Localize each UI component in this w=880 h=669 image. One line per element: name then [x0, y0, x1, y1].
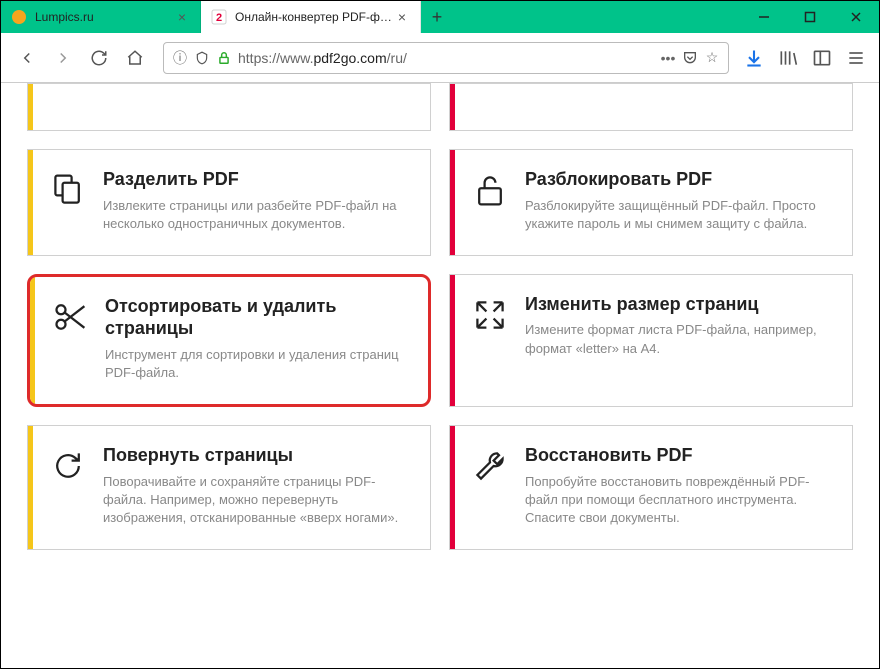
card-resize-pages[interactable]: Изменить размер страниц Измените формат …	[449, 274, 853, 407]
card-title: Разблокировать PDF	[525, 168, 834, 191]
pocket-icon[interactable]	[682, 50, 698, 66]
card-title: Отсортировать и удалить страницы	[105, 295, 410, 340]
unlock-icon	[455, 150, 525, 255]
favicon-pdf2go: 2	[211, 9, 227, 25]
card-repair-pdf[interactable]: Восстановить PDF Попробуйте восстановить…	[449, 425, 853, 550]
bookmark-icon[interactable]: ☆	[704, 50, 720, 66]
download-icon[interactable]	[741, 45, 767, 71]
tab-title: Онлайн-конвертер PDF-файл	[235, 10, 394, 24]
card-title: Восстановить PDF	[525, 444, 834, 467]
tab-title: Lumpics.ru	[35, 10, 174, 24]
tab-close-icon[interactable]: ×	[394, 9, 410, 25]
url-bar[interactable]: ⓘ https://www.pdf2go.com/ru/ ••• ☆	[163, 42, 729, 74]
card-rotate-pages[interactable]: Повернуть страницы Поворачивайте и сохра…	[27, 425, 431, 550]
shield-icon[interactable]	[194, 50, 210, 66]
lock-icon[interactable]	[216, 50, 232, 66]
back-button[interactable]	[11, 42, 43, 74]
card-description: Попробуйте восстановить повреждённый PDF…	[525, 473, 834, 528]
scissors-icon	[35, 277, 105, 404]
card-title: Разделить PDF	[103, 168, 412, 191]
card-title: Повернуть страницы	[103, 444, 412, 467]
window-titlebar: Lumpics.ru × 2 Онлайн-конвертер PDF-файл…	[1, 1, 879, 33]
reload-button[interactable]	[83, 42, 115, 74]
copy-icon	[33, 150, 103, 255]
page-content[interactable]: Разделить PDF Извлеките страницы или раз…	[1, 83, 879, 668]
arrows-expand-icon	[455, 275, 525, 406]
favicon-lumpics	[11, 9, 27, 25]
card-description: Разблокируйте защищённый PDF-файл. Прост…	[525, 197, 834, 233]
browser-navbar: ⓘ https://www.pdf2go.com/ru/ ••• ☆	[1, 33, 879, 83]
library-icon[interactable]	[775, 45, 801, 71]
rotate-icon	[33, 426, 103, 549]
card-description: Инструмент для сортировки и удаления стр…	[105, 346, 410, 382]
card-description: Измените формат листа PDF-файла, наприме…	[525, 321, 834, 357]
card-description: Извлеките страницы или разбейте PDF-файл…	[103, 197, 412, 233]
sidebar-icon[interactable]	[809, 45, 835, 71]
svg-text:2: 2	[216, 12, 222, 24]
card-description: Поворачивайте и сохраняйте страницы PDF-…	[103, 473, 412, 528]
window-controls	[741, 1, 879, 33]
home-button[interactable]	[119, 42, 151, 74]
info-icon[interactable]: ⓘ	[172, 50, 188, 66]
card-stub[interactable]	[449, 83, 853, 131]
new-tab-button[interactable]: +	[421, 1, 453, 33]
minimize-button[interactable]	[741, 1, 787, 33]
browser-tab-active[interactable]: 2 Онлайн-конвертер PDF-файл ×	[201, 1, 421, 33]
wrench-icon	[455, 426, 525, 549]
card-split-pdf[interactable]: Разделить PDF Извлеките страницы или раз…	[27, 149, 431, 256]
browser-tab-inactive[interactable]: Lumpics.ru ×	[1, 1, 201, 33]
close-button[interactable]	[833, 1, 879, 33]
card-unlock-pdf[interactable]: Разблокировать PDF Разблокируйте защищён…	[449, 149, 853, 256]
more-icon[interactable]: •••	[660, 50, 676, 66]
url-text: https://www.pdf2go.com/ru/	[238, 50, 654, 66]
forward-button[interactable]	[47, 42, 79, 74]
tab-close-icon[interactable]: ×	[174, 9, 190, 25]
menu-icon[interactable]	[843, 45, 869, 71]
card-sort-delete-pages[interactable]: Отсортировать и удалить страницы Инструм…	[27, 274, 431, 407]
card-stub[interactable]	[27, 83, 431, 131]
card-title: Изменить размер страниц	[525, 293, 834, 316]
maximize-button[interactable]	[787, 1, 833, 33]
